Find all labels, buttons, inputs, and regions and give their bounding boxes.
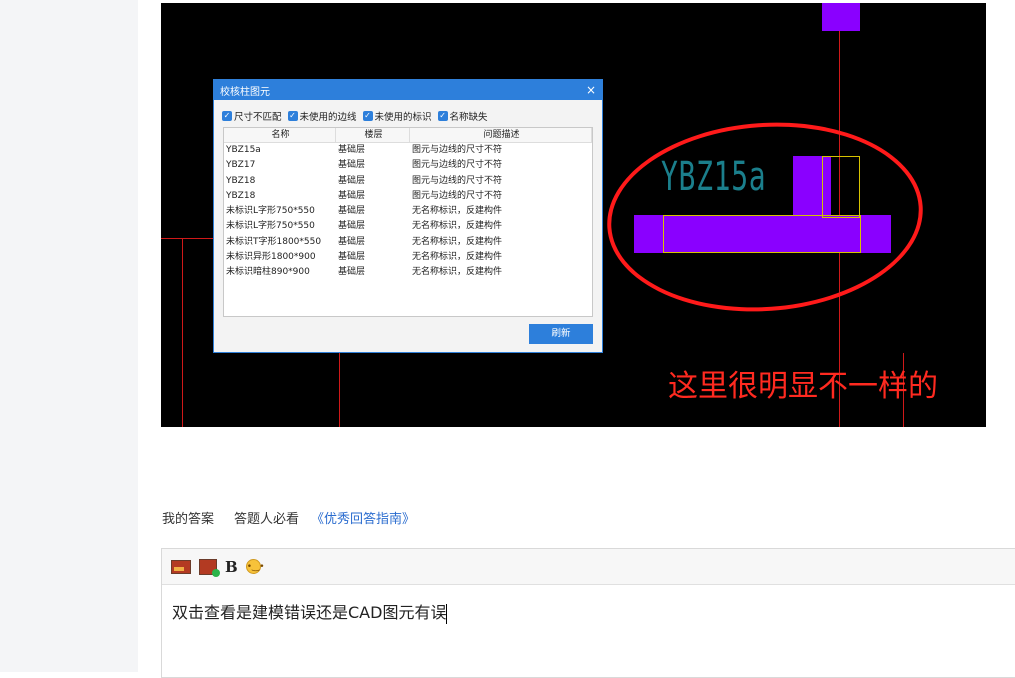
editor-toolbar: B •‿• — [162, 549, 1015, 585]
answer-guide-link[interactable]: 《优秀回答指南》 — [311, 508, 415, 527]
dialog-title: 校核柱图元 — [220, 86, 270, 98]
filter-checkboxes: ✓ 尺寸不匹配 ✓ 未使用的边线 ✓ 未使用的标识 ✓ 名称缺失 — [214, 100, 602, 127]
table-header: 名称 楼层 问题描述 — [224, 128, 592, 143]
checkbox-size-mismatch[interactable]: ✓ 尺寸不匹配 — [222, 109, 282, 123]
bold-icon[interactable]: B — [225, 558, 238, 576]
highlight-ellipse — [600, 112, 930, 322]
checkbox-checked-icon: ✓ — [222, 111, 232, 121]
checkbox-checked-icon: ✓ — [362, 111, 373, 121]
checkbox-missing-name[interactable]: ✓ 名称缺失 — [437, 109, 488, 123]
table-row[interactable]: 未标识暗柱890*900 基础层 无名称标识，反建构件 — [224, 265, 592, 280]
close-icon[interactable]: × — [586, 83, 596, 97]
editor-content: 双击查看是建模错误还是CAD图元有误 — [172, 603, 447, 622]
dialog-footer: 刷新 — [214, 317, 602, 353]
table-row[interactable]: 未标识L字形750*550 基础层 无名称标识，反建构件 — [224, 204, 592, 219]
image-icon[interactable] — [171, 559, 191, 574]
answer-textarea[interactable]: 双击查看是建模错误还是CAD图元有误 — [162, 585, 1015, 638]
check-column-dialog: 校核柱图元 × ✓ 尺寸不匹配 ✓ 未使用的边线 ✓ 未使用的标识 ✓ 名称缺失 名称 … — [213, 79, 603, 353]
column-header[interactable]: 楼层 — [336, 128, 410, 142]
annotation-text: 这里很明显不一样的 — [668, 369, 938, 404]
my-answer-label: 我的答案 — [162, 512, 215, 527]
text-caret — [446, 603, 448, 624]
checkbox-unused-mark[interactable]: ✓ 未使用的标识 — [362, 109, 432, 123]
column-block-top — [822, 3, 860, 31]
checkbox-unused-edge[interactable]: ✓ 未使用的边线 — [287, 109, 357, 123]
column-header[interactable]: 名称 — [224, 128, 336, 142]
answer-editor: B •‿• 双击查看是建模错误还是CAD图元有误 — [161, 548, 1015, 678]
axis-line — [339, 353, 340, 427]
column-header[interactable]: 问题描述 — [410, 128, 592, 142]
axis-line — [161, 238, 213, 239]
dialog-titlebar: 校核柱图元 × — [214, 80, 602, 100]
must-read-label: 答题人必看 — [234, 512, 300, 527]
emoji-icon[interactable]: •‿• — [245, 559, 265, 574]
left-gutter — [0, 0, 138, 672]
axis-line — [182, 238, 183, 427]
refresh-button[interactable]: 刷新 — [529, 324, 593, 344]
image-upload-icon[interactable] — [199, 558, 220, 577]
table-row[interactable]: 未标识异形1800*900 基础层 无名称标识，反建构件 — [224, 250, 592, 265]
checkbox-checked-icon: ✓ — [287, 111, 298, 121]
table-row[interactable]: YBZ18 基础层 图元与边线的尺寸不符 — [224, 189, 592, 204]
table-row[interactable]: 未标识L字形750*550 基础层 无名称标识，反建构件 — [224, 219, 592, 234]
table-row[interactable]: YBZ18 基础层 图元与边线的尺寸不符 — [224, 174, 592, 189]
checkbox-checked-icon: ✓ — [437, 111, 448, 121]
table-row[interactable]: 未标识T字形1800*550 基础层 无名称标识，反建构件 — [224, 235, 592, 250]
issues-table: 名称 楼层 问题描述 YBZ15a 基础层 图元与边线的尺寸不符 YBZ17 基础层图… — [223, 127, 593, 317]
table-row[interactable]: YBZ15a 基础层 图元与边线的尺寸不符 — [224, 143, 592, 158]
table-row[interactable]: YBZ17 基础层 图元与边线的尺寸不符 — [224, 158, 592, 173]
answer-header: 我的答案 答题人必看 《优秀回答指南》 — [162, 508, 415, 527]
cad-screenshot: YBZ15a 这里很明显不一样的 校核柱图元 × ✓ 尺寸不匹配 ✓ 未使用的边线 … — [161, 3, 986, 427]
